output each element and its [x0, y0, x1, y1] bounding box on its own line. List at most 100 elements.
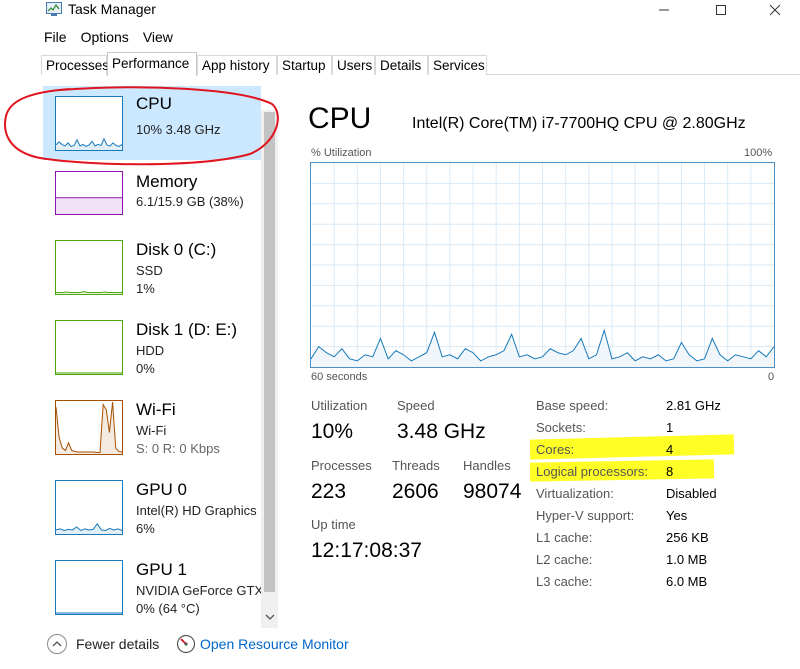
info-label-l3-cache: L3 cache: [536, 574, 593, 589]
info-label-base-speed: Base speed: [536, 398, 609, 413]
sidebar-item-detail: SSD [136, 263, 163, 278]
info-value-l1-cache: 256 KB [666, 530, 709, 545]
sidebar-item-title: Disk 1 (D: E:) [136, 320, 238, 339]
scrollbar-thumb[interactable] [264, 112, 275, 592]
sidebar-item-detail: HDD [136, 343, 165, 358]
tab-services[interactable]: Services [428, 55, 487, 75]
speed-value: 3.48 GHz [397, 420, 486, 443]
utilization-chart [310, 163, 775, 367]
sidebar-item-detail-2: 1% [136, 281, 155, 296]
menu-file[interactable]: File [44, 29, 67, 47]
thumbnail-chart [56, 137, 122, 150]
sidebar-item-gpu-1[interactable]: GPU 1 NVIDIA GeForce GTX 0% (64 °C) [43, 552, 264, 626]
sidebar-item-detail-2: 0% [136, 361, 155, 376]
utilization-value: 10% [311, 420, 354, 443]
cpu-model-name: Intel(R) Core(TM) i7-7700HQ CPU @ 2.80GH… [412, 115, 746, 132]
sidebar-item-wifi[interactable]: Wi-Fi Wi-Fi S: 0 R: 0 Kbps [43, 392, 261, 466]
sidebar-scrollbar[interactable] [261, 110, 278, 628]
thumbnail-chart [56, 522, 122, 534]
sidebar-item-title: GPU 0 [136, 480, 188, 499]
menu-view[interactable]: View [143, 29, 173, 47]
info-label-sockets: Sockets: [536, 420, 586, 435]
resource-monitor-icon[interactable] [176, 634, 196, 654]
close-icon [769, 4, 781, 16]
scroll-down-button[interactable] [261, 612, 278, 628]
tab-details[interactable]: Details [375, 55, 428, 75]
tab-processes[interactable]: Processes [41, 55, 109, 75]
fewer-details-button[interactable] [47, 634, 67, 654]
tab-performance[interactable]: Performance [107, 52, 197, 76]
tab-app-history[interactable]: App history [197, 55, 277, 75]
sidebar-item-disk-1[interactable]: Disk 1 (D: E:) HDD 0% [43, 312, 261, 386]
uptime-label: Up time [311, 517, 356, 532]
chevron-down-icon [265, 614, 274, 620]
sidebar-item-detail: NVIDIA GeForce GTX [136, 583, 264, 598]
sidebar-item-detail: 10% 3.48 GHz [136, 122, 221, 137]
thumbnail-chart [56, 290, 122, 294]
sidebar-item-cpu[interactable]: CPU 10% 3.48 GHz [43, 86, 261, 160]
disk1-thumbnail-graph [55, 320, 123, 375]
tab-startup[interactable]: Startup [277, 55, 332, 75]
sidebar-item-title: CPU [136, 94, 172, 113]
thumbnail-area [56, 197, 122, 214]
processes-value: 223 [311, 480, 347, 503]
sidebar-item-title: Memory [136, 172, 198, 191]
sidebar-item-detail-2: S: 0 R: 0 Kbps [136, 441, 220, 456]
cpu-thumbnail-graph [55, 96, 123, 151]
sidebar-item-gpu-0[interactable]: GPU 0 Intel(R) HD Graphics 6% [43, 472, 261, 546]
maximize-icon [716, 5, 726, 15]
page-title: CPU [308, 102, 372, 135]
info-value-cores: 4 [666, 442, 674, 457]
processes-label: Processes [311, 458, 372, 473]
resource-sidebar: CPU 10% 3.48 GHz Memory 6.1/15.9 GB (38%… [41, 76, 281, 628]
sidebar-item-detail: 6.1/15.9 GB (38%) [136, 194, 244, 209]
thumbnail-chart [56, 401, 122, 454]
sidebar-item-detail: Intel(R) HD Graphics [136, 503, 257, 518]
chevron-up-icon [52, 641, 62, 647]
info-value-hyperv: Yes [666, 508, 688, 523]
graph-x-label: 60 seconds [311, 371, 368, 383]
tab-users[interactable]: Users [332, 55, 375, 75]
gpu1-thumbnail-graph [55, 560, 123, 615]
gpu0-thumbnail-graph [55, 480, 123, 535]
thumbnail-chart [56, 372, 122, 374]
maximize-button[interactable] [698, 0, 744, 20]
title-bar: Task Manager [0, 0, 800, 26]
sidebar-item-detail-2: 6% [136, 521, 155, 536]
graph-x-min-label: 0 [768, 371, 775, 383]
info-value-virtualization: Disabled [666, 486, 717, 501]
speed-label: Speed [397, 398, 435, 413]
info-value-sockets: 1 [666, 420, 674, 435]
close-button[interactable] [752, 0, 798, 20]
sidebar-item-memory[interactable]: Memory 6.1/15.9 GB (38%) [43, 166, 261, 240]
cpu-utilization-graph [310, 162, 775, 368]
minimize-button[interactable] [641, 0, 687, 20]
open-resource-monitor-link[interactable]: Open Resource Monitor [200, 636, 349, 652]
minimize-icon [659, 9, 669, 11]
threads-label: Threads [392, 458, 440, 473]
sidebar-item-title: GPU 1 [136, 560, 188, 579]
info-label-cores: Cores: [536, 442, 575, 457]
thumbnail-line [56, 522, 122, 532]
window-title: Task Manager [68, 1, 156, 17]
fewer-details-link[interactable]: Fewer details [76, 636, 159, 652]
thumbnail-chart [56, 612, 122, 614]
thumbnail-line [56, 290, 122, 293]
info-label-logical-processors: Logical processors: [536, 464, 648, 479]
info-value-logical-processors: 8 [666, 464, 674, 479]
info-label-virtualization: Virtualization: [536, 486, 614, 501]
menu-options[interactable]: Options [81, 29, 129, 47]
sidebar-item-disk-0[interactable]: Disk 0 (C:) SSD 1% [43, 232, 261, 306]
info-value-l3-cache: 6.0 MB [666, 574, 708, 589]
sidebar-item-title: Disk 0 (C:) [136, 240, 217, 259]
memory-thumbnail-graph [55, 171, 123, 215]
sidebar-item-detail: Wi-Fi [136, 423, 167, 438]
info-label-hyperv: Hyper-V support: [536, 508, 635, 523]
handles-value: 98074 [463, 480, 522, 503]
info-value-base-speed: 2.81 GHz [666, 398, 721, 413]
graph-y-label: % Utilization [311, 147, 372, 159]
sidebar-item-detail-2: 0% (64 °C) [136, 601, 200, 616]
tab-bar: Processes Performance App history Startu… [41, 52, 800, 76]
info-value-l2-cache: 1.0 MB [666, 552, 708, 567]
thumbnail-chart [56, 197, 122, 214]
